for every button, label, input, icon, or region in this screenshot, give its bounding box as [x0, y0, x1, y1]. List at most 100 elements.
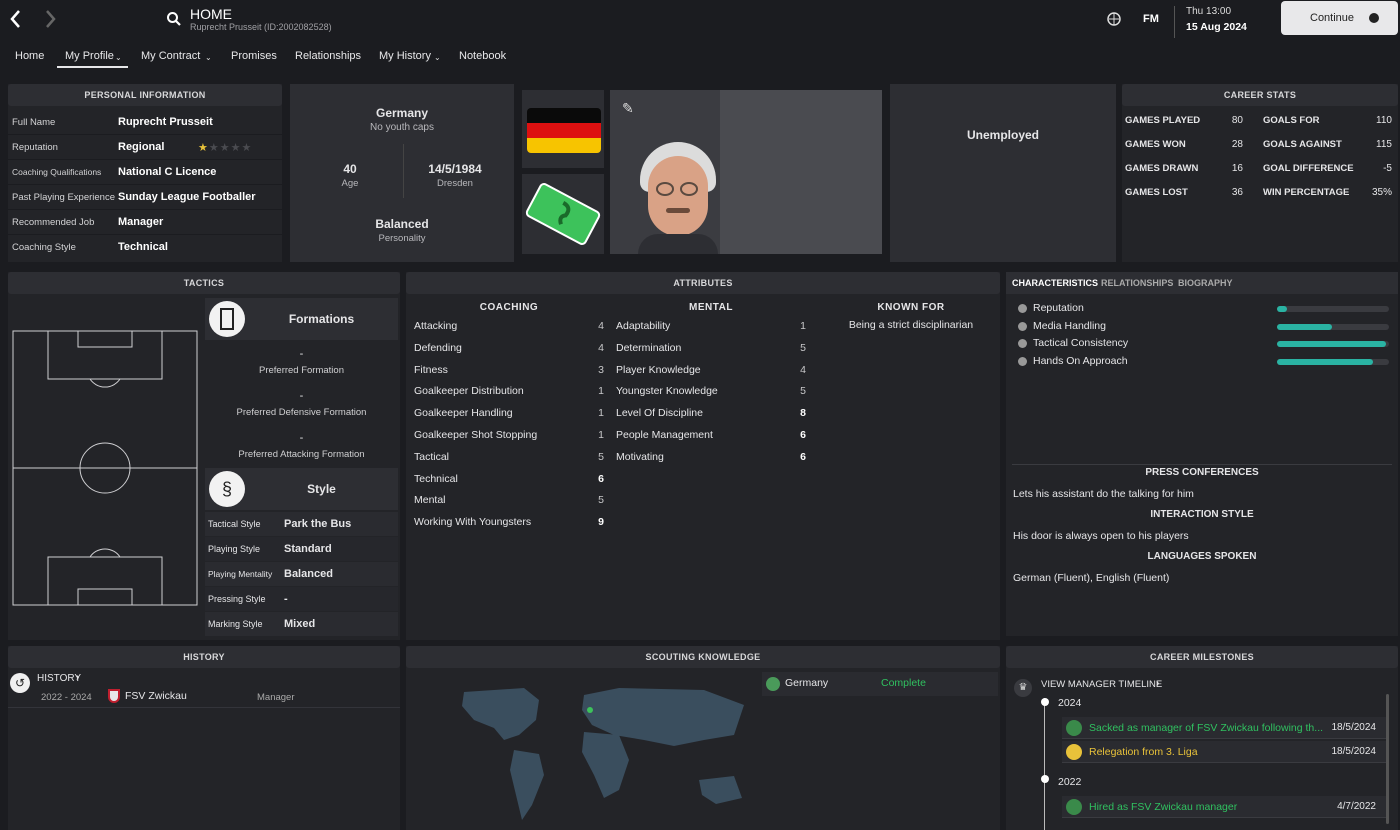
attribute-value: 4 [800, 363, 806, 376]
info-row: Full Name Ruprecht Prusseit [8, 110, 282, 135]
attribute-value: 3 [598, 363, 604, 376]
scouting-row[interactable]: Germany Complete [762, 672, 998, 696]
info-value: Regional [118, 141, 165, 153]
money-icon [525, 183, 601, 245]
characteristic-track [1277, 341, 1389, 348]
info-row: Recommended Job Manager [8, 210, 282, 235]
tab-promises[interactable]: Promises [231, 50, 277, 62]
formation-value: - [299, 390, 304, 402]
history-link[interactable]: HISTORY [37, 673, 81, 684]
bio-divider [403, 144, 404, 198]
info-value: Ruprecht Prusseit [118, 116, 213, 128]
edit-icon[interactable]: ✎ [622, 100, 634, 117]
continue-button[interactable]: Continue [1281, 1, 1398, 35]
characteristic-label: Hands On Approach [1033, 355, 1128, 368]
press-heading: PRESS CONFERENCES [1145, 467, 1259, 478]
tab-notebook[interactable]: Notebook [459, 50, 506, 62]
info-value: Technical [118, 241, 168, 253]
attribute-value: 6 [800, 450, 806, 463]
flag-tile[interactable] [522, 90, 604, 168]
stat-label: GAMES PLAYED [1125, 115, 1201, 126]
attribute-name: Mental [414, 494, 446, 507]
search-icon[interactable] [166, 11, 182, 27]
formation-value: - [299, 432, 304, 444]
tab-biography[interactable]: BIOGRAPHY [1178, 278, 1233, 288]
characteristic-track [1277, 359, 1389, 366]
coaching-heading: COACHING [479, 302, 539, 313]
tab-relationships[interactable]: RELATIONSHIPS [1101, 278, 1173, 288]
info-icon[interactable] [1018, 304, 1027, 313]
stat-value: 80 [1231, 115, 1243, 126]
hired-icon [1066, 720, 1082, 736]
club-panel: Unemployed [890, 84, 1116, 262]
info-row: Coaching Style Technical [8, 235, 282, 260]
youth-caps: No youth caps [370, 122, 434, 133]
milestone-date: 18/5/2024 [1331, 722, 1377, 733]
scouting-panel: SCOUTING KNOWLEDGE Germany Complete [406, 646, 1000, 830]
panel-title: CAREER STATS [1122, 84, 1398, 106]
globe-icon[interactable] [1106, 11, 1122, 27]
tab-my-contract[interactable]: My Contract [141, 50, 200, 62]
employment-status: Unemployed [966, 128, 1039, 142]
panel-title: PERSONAL INFORMATION [8, 84, 282, 106]
style-title: Style [307, 482, 336, 496]
chevron-right-icon: › [76, 672, 80, 683]
attribute-name: Adaptability [616, 320, 671, 332]
attribute-value: 4 [598, 341, 604, 354]
trophy-icon: ♛ [1014, 679, 1032, 697]
milestone-text: Relegation from 3. Liga [1089, 746, 1198, 758]
timeline-link[interactable]: VIEW MANAGER TIMELINE [1041, 679, 1162, 690]
bio-panel: Germany No youth caps 40 Age 14/5/1984 D… [290, 84, 514, 262]
header-divider [1174, 6, 1175, 38]
info-label: Recommended Job [12, 217, 95, 228]
characteristic-fill [1277, 306, 1288, 312]
tab-my-profile[interactable]: My Profile [65, 50, 114, 62]
stat-label: GOALS FOR [1263, 115, 1320, 126]
formation-label: Preferred Defensive Formation [236, 407, 367, 418]
back-icon[interactable] [8, 8, 24, 30]
active-tab-underline [57, 66, 128, 68]
tab-my-history[interactable]: My History [379, 50, 431, 62]
chevron-down-icon: ⌄ [205, 53, 212, 62]
attribute-name: Youngster Knowledge [616, 385, 718, 398]
info-value: Sunday League Footballer [118, 191, 256, 203]
characteristic-fill [1277, 359, 1374, 366]
info-icon[interactable] [1018, 339, 1027, 349]
milestone-row[interactable]: Hired as FSV Zwickau manager 4/7/2022 [1062, 796, 1386, 818]
characteristic-label: Media Handling [1033, 319, 1106, 332]
money-tile[interactable] [522, 174, 604, 254]
page-title: HOME [190, 6, 232, 22]
continue-label: Continue [1310, 12, 1355, 24]
tab-home[interactable]: Home [15, 50, 44, 62]
style-value: Mixed [284, 618, 316, 630]
history-row[interactable]: 2022 - 2024 FSV Zwickau Manager [8, 686, 400, 708]
attribute-value: 4 [598, 320, 604, 332]
manager-portrait[interactable]: ✎ [610, 90, 882, 254]
timeline-scrollbar[interactable] [1386, 694, 1389, 824]
game-date: 15 Aug 2024 [1186, 21, 1247, 33]
birth-date: 14/5/1984 [428, 162, 482, 176]
formations-title: Formations [288, 312, 355, 326]
panel-title: TACTICS [8, 272, 400, 294]
germany-flag-icon [527, 108, 601, 153]
style-label: Playing Mentality [208, 569, 273, 579]
history-years: 2022 - 2024 [41, 692, 92, 703]
info-icon[interactable] [1018, 321, 1027, 331]
attribute-name: Motivating [616, 450, 664, 463]
attribute-value: 1 [800, 320, 806, 332]
milestone-row[interactable]: Sacked as manager of FSV Zwickau followi… [1062, 717, 1386, 739]
panel-title: ATTRIBUTES [406, 272, 1000, 294]
tab-characteristics[interactable]: CHARACTERISTICS [1012, 278, 1098, 288]
stat-value: -5 [1383, 163, 1392, 174]
fm-logo[interactable]: FM [1143, 13, 1159, 25]
tab-relationships[interactable]: Relationships [295, 50, 361, 62]
style-value: Balanced [284, 568, 333, 580]
info-label: Coaching Style [12, 242, 76, 253]
info-label: Past Playing Experience [12, 192, 115, 203]
milestone-row[interactable]: Relegation from 3. Liga 18/5/2024 [1062, 741, 1386, 763]
personality-label: Personality [378, 233, 426, 244]
characteristic-track [1277, 323, 1389, 330]
info-icon[interactable] [1018, 357, 1027, 367]
forward-icon[interactable] [42, 8, 58, 30]
history-panel: HISTORY ↺ HISTORY › 2022 - 2024 FSV Zwic… [8, 646, 400, 830]
